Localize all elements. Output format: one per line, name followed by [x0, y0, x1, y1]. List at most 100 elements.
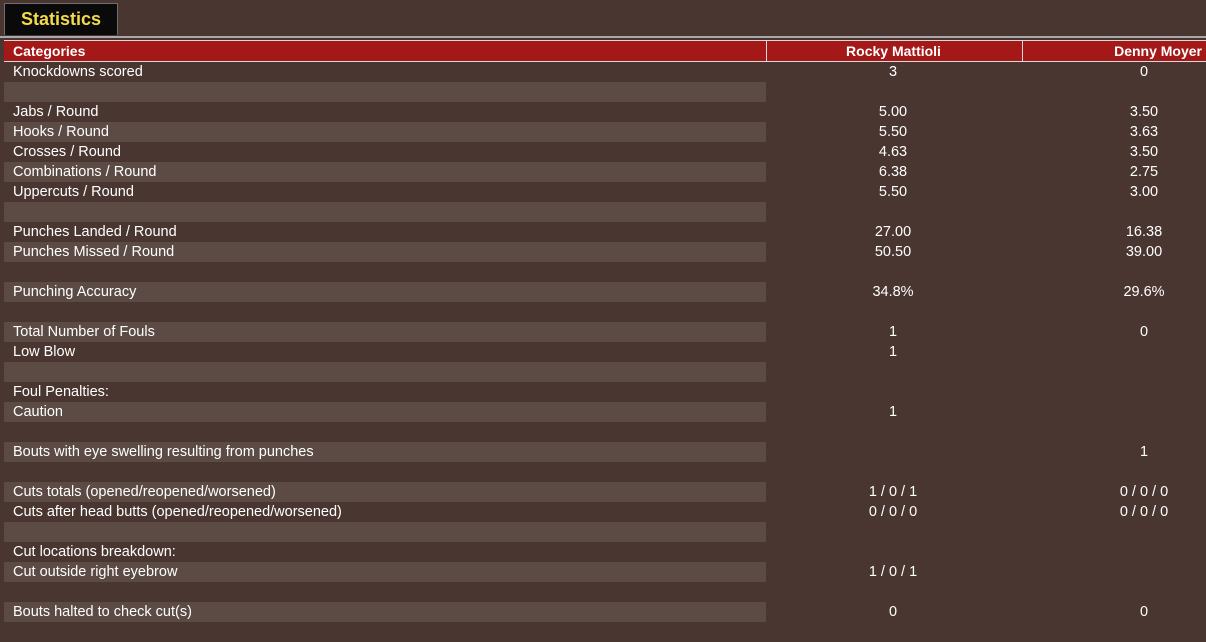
fighter-1-value: 34.8% [872, 284, 914, 300]
row-label: Jabs / Round [13, 104, 99, 120]
row-label: Caution [4, 402, 766, 422]
row-label: Punching Accuracy [4, 282, 766, 302]
fighter-2-value [1022, 462, 1206, 482]
fighter-2-value [1022, 202, 1206, 222]
fighter-2-value: 29.6% [1123, 284, 1165, 300]
row-label [4, 622, 766, 642]
fighter-1-value: 1 [888, 404, 898, 420]
row-label: Bouts halted to check cut(s) [4, 602, 766, 622]
fighter-1-value [766, 442, 1020, 462]
row-label [4, 522, 766, 542]
table-row: Cut locations breakdown: [4, 542, 1206, 562]
fighter-2-value: 16.38 [1125, 224, 1163, 240]
fighter-1-value [766, 422, 1020, 442]
table-row [4, 262, 1206, 282]
table-row [4, 582, 1206, 602]
fighter-1-value: 1 / 0 / 1 [868, 564, 918, 580]
fighter-1-value: 0 / 0 / 0 [868, 504, 918, 520]
fighter-2-value [1022, 522, 1206, 542]
table-row: Combinations / Round 6.38 2.75 [4, 162, 1206, 182]
row-label: Foul Penalties: [13, 384, 109, 400]
fighter-2-value: 3.63 [1129, 124, 1159, 140]
table-row: Cuts totals (opened/reopened/worsened) 1 … [4, 482, 1206, 502]
row-label: Combinations / Round [4, 162, 766, 182]
row-label: Low Blow [13, 344, 76, 360]
row-label [4, 82, 766, 102]
fighter-2-value: 39.00 [1125, 244, 1163, 260]
row-label: Uppercuts / Round [13, 184, 134, 200]
row-label [4, 302, 766, 322]
fighter-2-value [1022, 622, 1206, 642]
row-label: Punches Missed / Round [4, 242, 766, 262]
row-label [4, 582, 766, 602]
row-label: Knockdowns scored [13, 64, 143, 80]
row-label: Cuts after head butts (opened/reopened/w… [13, 504, 342, 520]
header-fighter-2: Denny Moyer [1022, 41, 1206, 61]
table-row: Caution 1 [4, 402, 1206, 422]
row-label [4, 262, 766, 282]
table-row: Total Number of Fouls 1 0 [4, 322, 1206, 342]
row-label: Bouts with eye swelling resulting from p… [4, 442, 766, 462]
table-row: Bouts halted to check cut(s) 0 0 [4, 602, 1206, 622]
fighter-2-value [1022, 382, 1206, 402]
fighter-2-value [1022, 262, 1206, 282]
fighter-1-value [766, 462, 1020, 482]
table-row: Crosses / Round 4.63 3.50 [4, 142, 1206, 162]
table-row: Punching Accuracy 34.8% 29.6% [4, 282, 1206, 302]
fighter-1-value [766, 362, 1020, 382]
table-row [4, 462, 1206, 482]
table-row: Cut outside right eyebrow 1 / 0 / 1 [4, 562, 1206, 582]
fighter-1-value: 5.50 [878, 184, 908, 200]
row-label: Cut outside right eyebrow [4, 562, 766, 582]
fighter-1-value: 6.38 [878, 164, 908, 180]
table-row: Jabs / Round 5.00 3.50 [4, 102, 1206, 122]
fighter-1-value: 1 / 0 / 1 [868, 484, 918, 500]
fighter-2-value: 2.75 [1129, 164, 1159, 180]
row-label [4, 462, 766, 482]
fighter-1-value: 27.00 [874, 224, 912, 240]
table-row: Punches Landed / Round 27.00 16.38 [4, 222, 1206, 242]
row-label [4, 422, 766, 442]
fighter-2-value: 1 [1139, 444, 1149, 460]
fighter-2-value [1022, 582, 1206, 602]
header-fighter-1: Rocky Mattioli [766, 41, 1020, 61]
fighter-1-value [766, 202, 1020, 222]
fighter-2-value [1022, 342, 1206, 362]
row-label: Crosses / Round [13, 144, 121, 160]
fighter-1-value [766, 582, 1020, 602]
table-row: Hooks / Round 5.50 3.63 [4, 122, 1206, 142]
stats-table: Knockdowns scored 3 0 Jabs / Round 5.00 3.50 H… [4, 62, 1206, 642]
table-row: Cuts after head butts (opened/reopened/w… [4, 502, 1206, 522]
row-label: Total Number of Fouls [4, 322, 766, 342]
tab-statistics[interactable]: Statistics [4, 3, 118, 35]
fighter-2-value [1022, 362, 1206, 382]
fighter-1-value: 5.00 [878, 104, 908, 120]
fighter-1-value: 5.50 [878, 124, 908, 140]
fighter-1-value: 1 [888, 324, 898, 340]
table-row [4, 202, 1206, 222]
table-row: Bouts with eye swelling resulting from p… [4, 442, 1206, 462]
table-row [4, 522, 1206, 542]
table-row: Punches Missed / Round 50.50 39.00 [4, 242, 1206, 262]
row-label [4, 362, 766, 382]
fighter-1-value [766, 522, 1020, 542]
fighter-2-value [1022, 82, 1206, 102]
fighter-2-value: 0 / 0 / 0 [1119, 484, 1169, 500]
fighter-2-value: 0 [1139, 64, 1149, 80]
fighter-2-value: 0 [1139, 604, 1149, 620]
table-row [4, 422, 1206, 442]
header-categories: Categories [13, 43, 86, 59]
fighter-2-value [1022, 422, 1206, 442]
row-label: Cut locations breakdown: [13, 544, 176, 560]
row-label: Punches Landed / Round [13, 224, 177, 240]
tab-divider [0, 36, 1206, 38]
fighter-1-value: 4.63 [878, 144, 908, 160]
fighter-1-value: 0 [888, 604, 898, 620]
fighter-2-value: 3.50 [1129, 144, 1159, 160]
table-row: Knockdowns scored 3 0 [4, 62, 1206, 82]
fighter-1-value [766, 262, 1020, 282]
fighter-2-value [1022, 562, 1206, 582]
fighter-2-value [1022, 302, 1206, 322]
fighter-2-value: 3.00 [1129, 184, 1159, 200]
fighter-2-value [1022, 402, 1206, 422]
